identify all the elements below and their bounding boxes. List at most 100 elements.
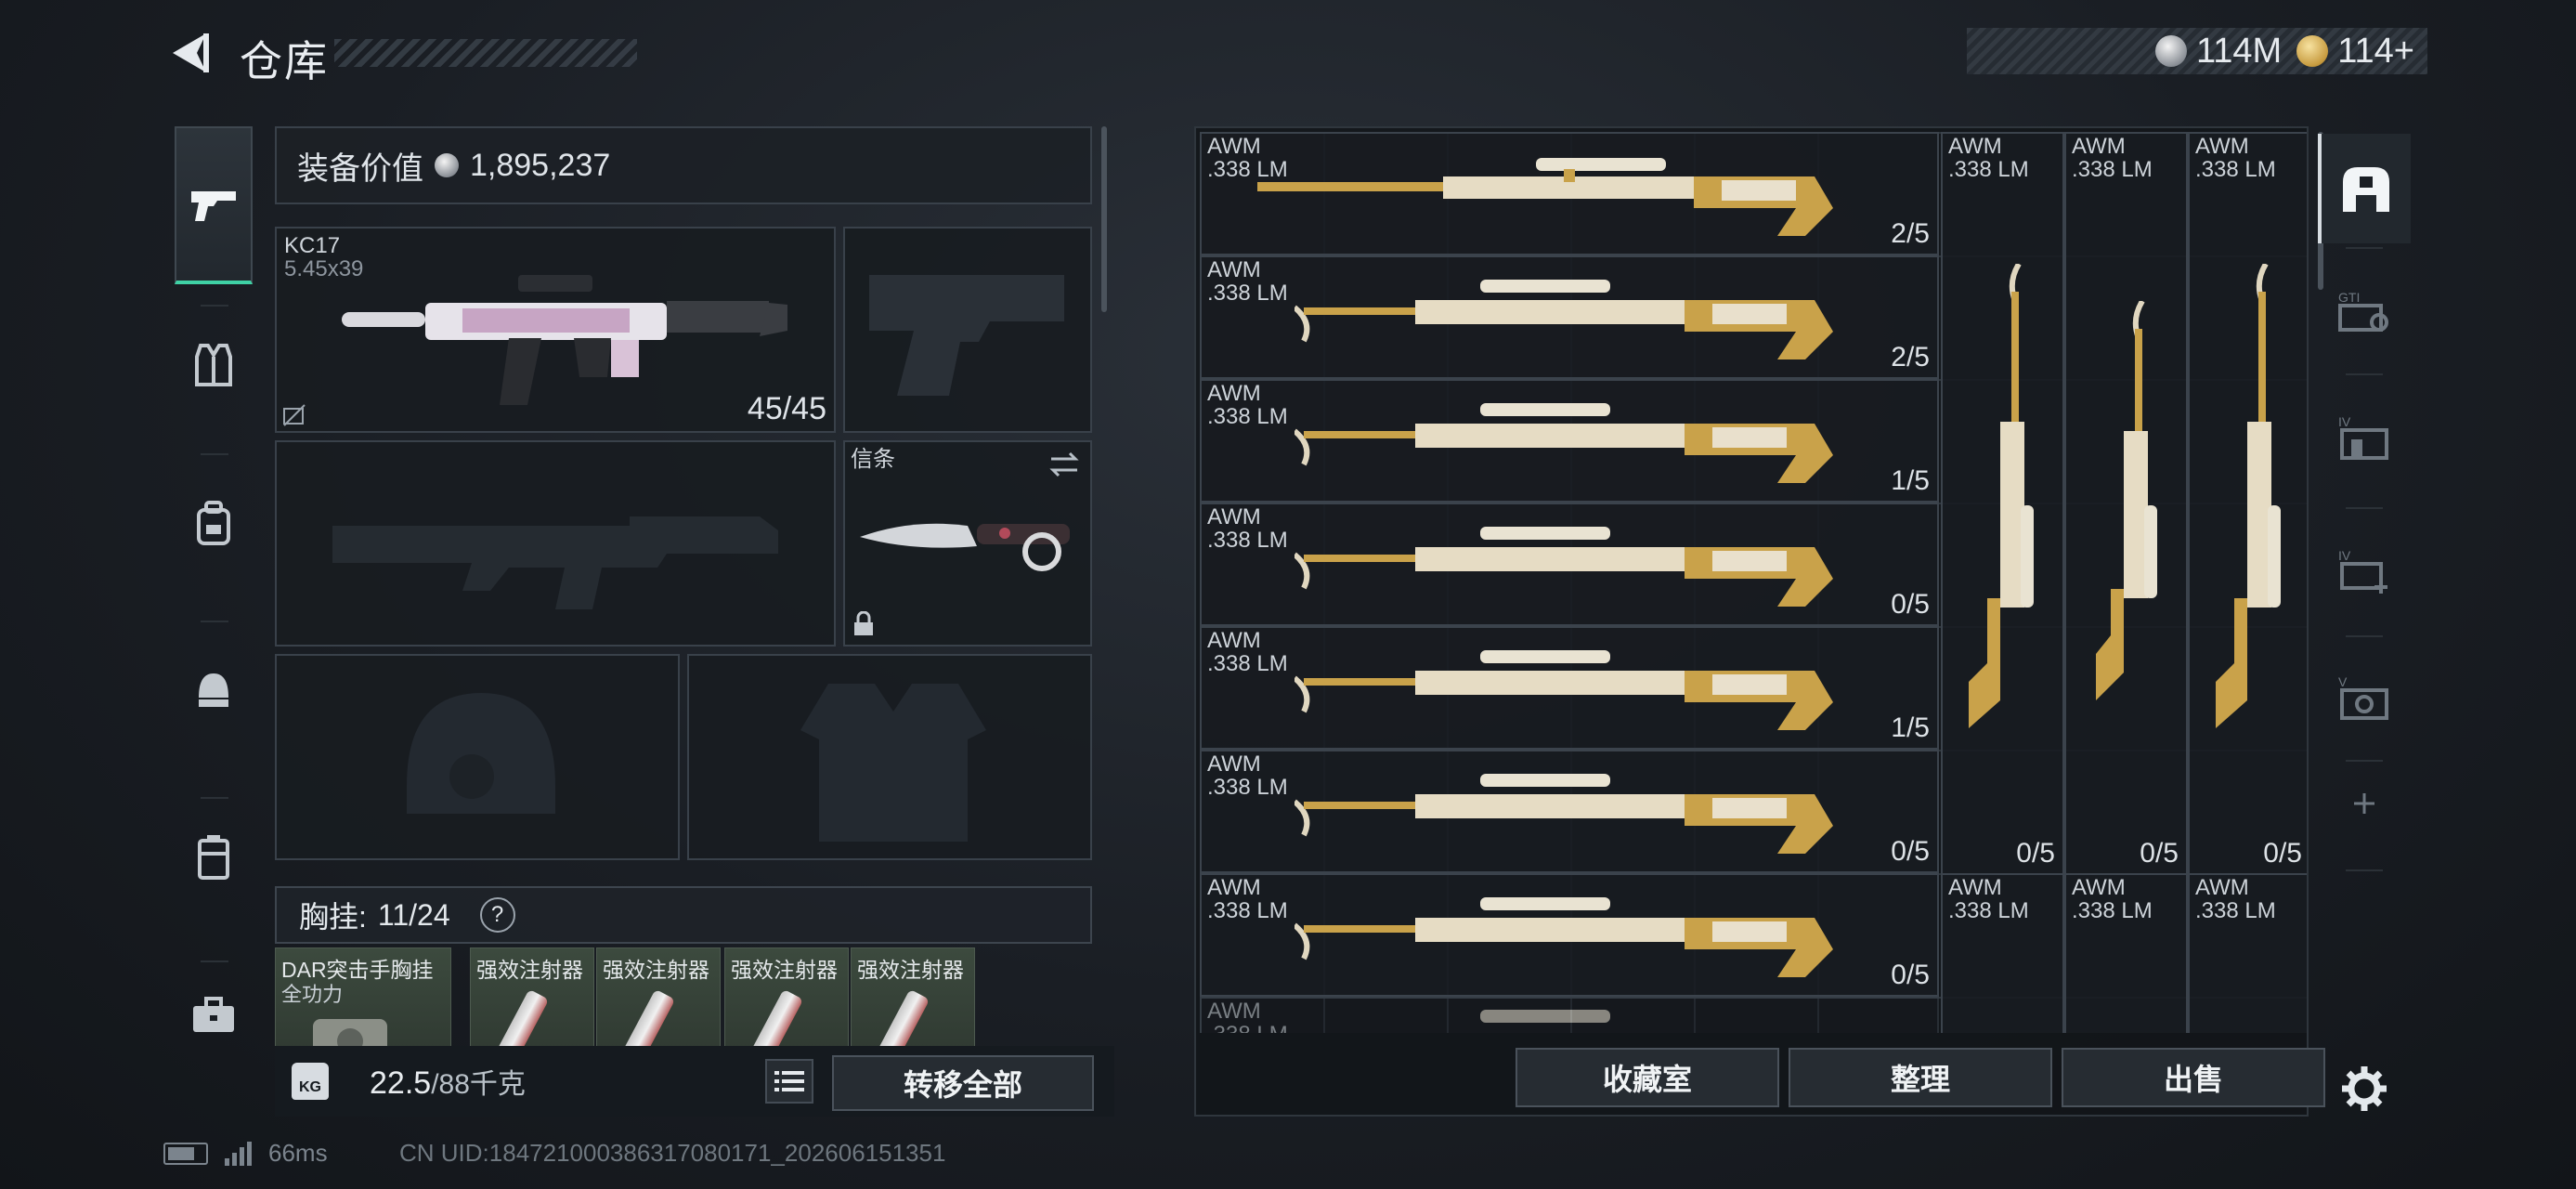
container-icon bbox=[198, 835, 229, 880]
gold-currency[interactable]: 114+ bbox=[2296, 32, 2414, 72]
stash-item-awm[interactable]: AWM .338 LM 1/5 bbox=[1200, 379, 1939, 503]
nav-container[interactable] bbox=[175, 778, 253, 936]
pistol-slot[interactable] bbox=[843, 227, 1092, 433]
right-storage-nav: GTI IV IV V bbox=[2318, 126, 2411, 1111]
item-name: AWM bbox=[1207, 257, 1261, 282]
nav-backpack[interactable] bbox=[175, 444, 253, 602]
stash-item-awm[interactable]: AWM .338 LM 2/5 bbox=[1200, 132, 1939, 255]
stash-item-awm[interactable]: AWM .338 LM 0/5 bbox=[1200, 873, 1939, 997]
collection-room-button[interactable]: 收藏室 bbox=[1516, 1048, 1779, 1107]
battery-icon bbox=[163, 1142, 208, 1165]
back-button[interactable] bbox=[163, 28, 214, 78]
v-box-icon: V bbox=[2338, 674, 2388, 720]
item-durability: 1/5 bbox=[1891, 465, 1930, 496]
stash-panel: AWM .338 LM 2/5 AWM .338 LM 2/5 AWM .338… bbox=[1194, 126, 2325, 1117]
transfer-all-button[interactable]: 转移全部 bbox=[832, 1055, 1094, 1111]
chest-rig-capacity: 11/24 bbox=[377, 897, 450, 932]
stash-item-awm[interactable]: AWM.338 LM bbox=[1941, 873, 2064, 1033]
equipment-value: 1,895,237 bbox=[470, 147, 611, 183]
organize-button[interactable]: 整理 bbox=[1789, 1048, 2052, 1107]
stash-item-awm[interactable]: AWM .338 LM 0/5 bbox=[1200, 503, 1939, 626]
syringe-name: 强效注射器 bbox=[857, 958, 964, 982]
melee-slot[interactable]: 信条 bbox=[843, 440, 1092, 647]
backpack-icon bbox=[197, 501, 230, 545]
item-name: AWM bbox=[2195, 875, 2249, 900]
nav-armor[interactable] bbox=[175, 286, 253, 444]
silver-amount: 114M bbox=[2195, 31, 2283, 71]
settings-icon bbox=[2342, 1066, 2387, 1111]
stash-item-awm-vertical[interactable]: AWM .338 LM 0/5 bbox=[2064, 132, 2188, 875]
item-ammo: .338 LM bbox=[1207, 650, 1288, 676]
item-name: AWM bbox=[1207, 504, 1261, 529]
chest-rig-bar: 胸挂: 11/24 ? bbox=[275, 886, 1092, 944]
stash-grid[interactable]: AWM .338 LM 2/5 AWM .338 LM 2/5 AWM .338… bbox=[1200, 132, 2307, 1033]
toolbox-icon bbox=[193, 997, 234, 1032]
gold-amount: 114+ bbox=[2337, 31, 2414, 71]
item-name: AWM bbox=[1207, 999, 1261, 1024]
nav-weapons[interactable] bbox=[175, 126, 253, 284]
item-durability: 2/5 bbox=[1891, 342, 1930, 372]
stash-item-awm[interactable]: AWM.338 LM bbox=[1200, 997, 1939, 1033]
page-title: 仓库 bbox=[240, 37, 329, 85]
current-weight: 22.5 bbox=[370, 1065, 432, 1101]
nav-helmet[interactable] bbox=[175, 611, 253, 769]
pistol-icon bbox=[191, 191, 236, 221]
sell-button[interactable]: 出售 bbox=[2062, 1048, 2325, 1107]
awm-rifle-vertical-image bbox=[2216, 264, 2281, 728]
silver-currency[interactable]: 114M bbox=[2154, 31, 2283, 72]
armor-placeholder-icon bbox=[800, 684, 986, 842]
primary-weapon-slot[interactable]: KC17 5.45x39 45/45 bbox=[275, 227, 836, 433]
list-icon bbox=[774, 1071, 804, 1091]
swap-icon bbox=[1049, 451, 1079, 477]
list-view-button[interactable] bbox=[765, 1059, 813, 1104]
svg-text:V: V bbox=[2338, 674, 2348, 689]
header-decoration bbox=[334, 39, 637, 67]
syringe-name: 强效注射器 bbox=[603, 958, 709, 982]
help-button[interactable]: ? bbox=[479, 897, 515, 933]
pistol-placeholder-icon bbox=[869, 275, 1064, 396]
item-ammo: .338 LM bbox=[2195, 156, 2276, 182]
helmet-icon bbox=[199, 673, 228, 707]
item-name: AWM bbox=[1207, 628, 1261, 653]
nav-toolbox[interactable] bbox=[175, 936, 253, 1094]
item-durability: 1/5 bbox=[1891, 712, 1930, 743]
iv-box-icon: IV bbox=[2338, 414, 2388, 460]
gold-coin-icon bbox=[2296, 35, 2329, 67]
item-durability: 0/5 bbox=[2140, 838, 2179, 869]
back-arrow-icon bbox=[173, 33, 209, 72]
rifle-placeholder-icon bbox=[332, 516, 778, 609]
stash-item-awm[interactable]: AWM .338 LM 0/5 bbox=[1200, 750, 1939, 873]
secondary-weapon-slot[interactable] bbox=[275, 440, 836, 647]
lock-icon bbox=[854, 611, 873, 635]
awm-rifle-vertical-image bbox=[1969, 264, 2034, 728]
stash-item-awm-vertical[interactable]: AWM .338 LM 0/5 bbox=[2188, 132, 2307, 875]
nav-iv-plus[interactable]: IV bbox=[2318, 516, 2411, 626]
helmet-slot[interactable] bbox=[275, 654, 680, 860]
stash-item-awm[interactable]: AWM .338 LM 2/5 bbox=[1200, 255, 1939, 379]
nav-main-stash[interactable] bbox=[2318, 134, 2411, 243]
left-category-nav bbox=[163, 119, 256, 1048]
nav-v-box[interactable]: V bbox=[2318, 643, 2411, 752]
nav-gti-box[interactable]: GTI bbox=[2318, 256, 2411, 366]
no-attachment-icon bbox=[283, 404, 306, 426]
gti-box-icon: GTI bbox=[2338, 290, 2388, 332]
melee-name: 信条 bbox=[851, 447, 895, 472]
nav-add[interactable] bbox=[2318, 749, 2411, 858]
home-stash-icon bbox=[2343, 167, 2389, 212]
chest-rig-sub: 全功力 bbox=[281, 983, 344, 1006]
settings-button[interactable] bbox=[2318, 1055, 2411, 1122]
currency-bar: 114M 114+ bbox=[1967, 28, 2427, 74]
nav-iv-box[interactable]: IV bbox=[2318, 383, 2411, 492]
item-name: AWM bbox=[1948, 875, 2002, 900]
loadout-scrollbar[interactable] bbox=[1101, 126, 1107, 312]
stash-item-awm-vertical[interactable]: AWM .338 LM 0/5 bbox=[1941, 132, 2064, 875]
knife-image bbox=[860, 523, 1070, 571]
item-ammo: .338 LM bbox=[1948, 897, 2029, 923]
stash-item-awm[interactable]: AWM.338 LM bbox=[2064, 873, 2188, 1033]
armor-slot[interactable] bbox=[687, 654, 1092, 860]
stash-item-awm[interactable]: AWM.338 LM bbox=[2188, 873, 2307, 1033]
stash-item-awm[interactable]: AWM .338 LM 1/5 bbox=[1200, 626, 1939, 750]
syringe-name: 强效注射器 bbox=[731, 958, 838, 982]
item-ammo: .338 LM bbox=[1207, 897, 1288, 923]
awm-rifle-image bbox=[1295, 527, 1833, 607]
